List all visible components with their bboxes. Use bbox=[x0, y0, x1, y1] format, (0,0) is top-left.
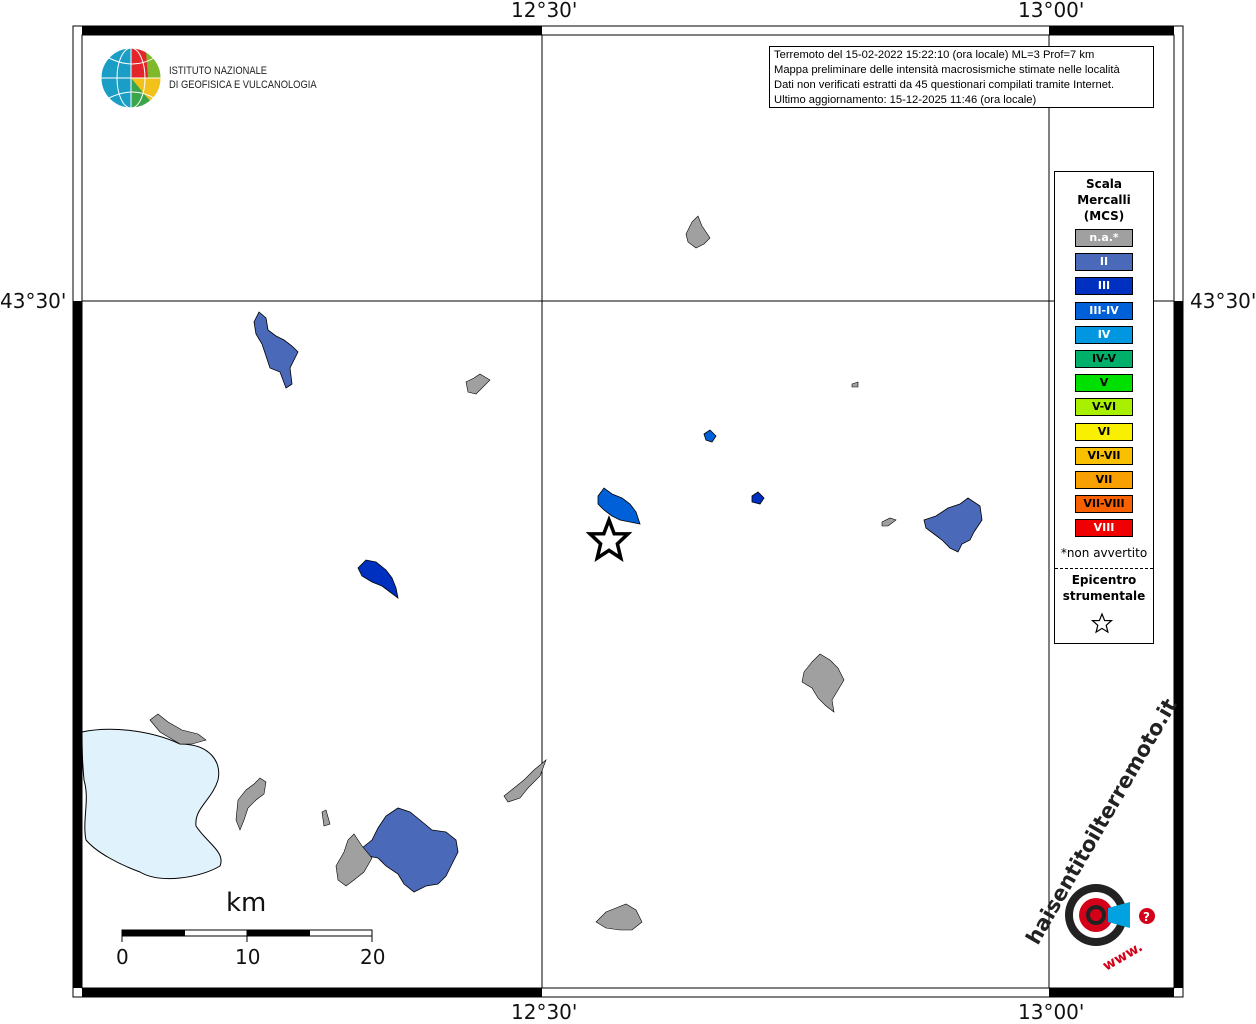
legend-title-line1: Scala bbox=[1085, 177, 1123, 191]
locality-iii-iv-small bbox=[703, 429, 717, 443]
coord-bottom-lon-1230: 12°30' bbox=[511, 1000, 578, 1024]
frame-bar-top-left bbox=[82, 26, 542, 35]
legend-epicentre-line2: strumentale bbox=[1062, 589, 1146, 603]
locality-iii-iv-epicentral bbox=[597, 487, 641, 525]
coord-left-lat-4330: 43°30' bbox=[0, 289, 67, 313]
ingv-logo-line2: DI GEOFISICA E VULCANOLOGIA bbox=[169, 79, 317, 91]
legend-item-6: V bbox=[1075, 374, 1133, 393]
legend-item-9: VI-VII bbox=[1075, 446, 1133, 465]
legend-epicentre-line1: Epicentro bbox=[1071, 573, 1137, 587]
coord-right-lat-4330: 43°30' bbox=[1190, 289, 1256, 313]
frame-bar-left-lower bbox=[73, 301, 82, 988]
locality-na-north bbox=[685, 215, 711, 249]
mcs-legend: Scala Mercalli (MCS) n.a.* II III III-IV IV I… bbox=[1054, 171, 1154, 644]
locality-na-south-cluster bbox=[335, 833, 373, 887]
frame-bar-right-lower bbox=[1174, 301, 1183, 988]
haisentito-question-mark: ? bbox=[1143, 910, 1150, 924]
coord-bottom-lon-1300: 13°00' bbox=[1018, 1000, 1085, 1024]
scale-bar-tick-0: 0 bbox=[116, 945, 129, 969]
locality-na-south bbox=[595, 903, 643, 931]
legend-item-10: VII bbox=[1075, 471, 1133, 489]
epicentre-star-icon bbox=[585, 515, 633, 562]
event-info-line1: Terremoto del 15-02-2022 15:22:10 (ora l… bbox=[774, 49, 1095, 61]
locality-iii-west bbox=[357, 559, 399, 599]
event-info-line3: Dati non verificati estratti da 45 quest… bbox=[774, 79, 1115, 91]
frame-bar-bottom-left bbox=[82, 988, 542, 997]
ingv-logo-icon bbox=[100, 47, 162, 109]
legend-item-4: IV bbox=[1075, 325, 1133, 344]
scale-bar-segment-1 bbox=[122, 930, 185, 936]
locality-ii-east bbox=[923, 497, 983, 553]
scale-bar-unit: km bbox=[226, 888, 267, 918]
legend-title-line3: (MCS) bbox=[1083, 209, 1125, 223]
coord-top-lon-1300: 13°00' bbox=[1018, 0, 1085, 22]
legend-star-icon bbox=[1091, 612, 1114, 634]
legend-item-8: VI bbox=[1075, 422, 1133, 441]
locality-na-east-small bbox=[881, 517, 897, 527]
frame-bar-top-right bbox=[1049, 26, 1174, 35]
legend-item-1: II bbox=[1075, 253, 1133, 272]
scale-bar-tick-10: 10 bbox=[235, 945, 261, 969]
legend-title: Scala Mercalli (MCS) bbox=[1055, 176, 1153, 224]
locality-na-central-south bbox=[503, 759, 547, 803]
locality-na-southeast bbox=[801, 653, 845, 713]
haisentito-logo-text-bottom: www. bbox=[1100, 939, 1145, 974]
coord-top-lon-1230: 12°30' bbox=[511, 0, 578, 22]
legend-item-0: n.a.* bbox=[1075, 229, 1133, 247]
locality-na-tiny-northeast bbox=[851, 381, 859, 388]
legend-item-7: V-VI bbox=[1075, 398, 1133, 417]
legend-item-3: III-IV bbox=[1075, 301, 1133, 320]
locality-na-tiny-south bbox=[321, 809, 331, 827]
haisentito-logo-icon bbox=[1065, 884, 1155, 946]
ingv-logo-line1: ISTITUTO NAZIONALE bbox=[169, 65, 268, 77]
ingv-logo-text: ISTITUTO NAZIONALE DI GEOFISICA E VULCAN… bbox=[169, 64, 317, 92]
legend-item-2: III bbox=[1075, 277, 1133, 296]
scale-bar-segment-3 bbox=[247, 930, 310, 936]
legend-title-line2: Mercalli bbox=[1077, 193, 1131, 207]
event-info-line4: Ultimo aggiornamento: 15-12-2025 11:46 (… bbox=[774, 94, 1037, 106]
frame-bar-bottom-right bbox=[1049, 988, 1174, 997]
event-info-box: Terremoto del 15-02-2022 15:22:10 (ora l… bbox=[769, 46, 1154, 108]
legend-item-11: VII-VIII bbox=[1075, 495, 1133, 514]
locality-na-small-northwest bbox=[465, 373, 491, 395]
locality-na-lake-east bbox=[235, 777, 267, 831]
scale-bar-tick-20: 20 bbox=[360, 945, 386, 969]
legend-epicentre-label: Epicentro strumentale bbox=[1055, 572, 1153, 604]
scale-bar bbox=[121, 929, 373, 942]
legend-separator bbox=[1055, 568, 1153, 569]
legend-item-12: VIII bbox=[1075, 519, 1133, 538]
locality-iii-east-small bbox=[751, 491, 765, 505]
legend-item-5: IV-V bbox=[1075, 350, 1133, 368]
lake bbox=[81, 728, 222, 880]
event-info-line2: Mappa preliminare delle intensità macros… bbox=[774, 64, 1120, 76]
legend-note: *non avvertito bbox=[1060, 546, 1148, 560]
locality-ii-northwest bbox=[253, 311, 299, 389]
locality-ii-south-cluster bbox=[361, 807, 459, 893]
